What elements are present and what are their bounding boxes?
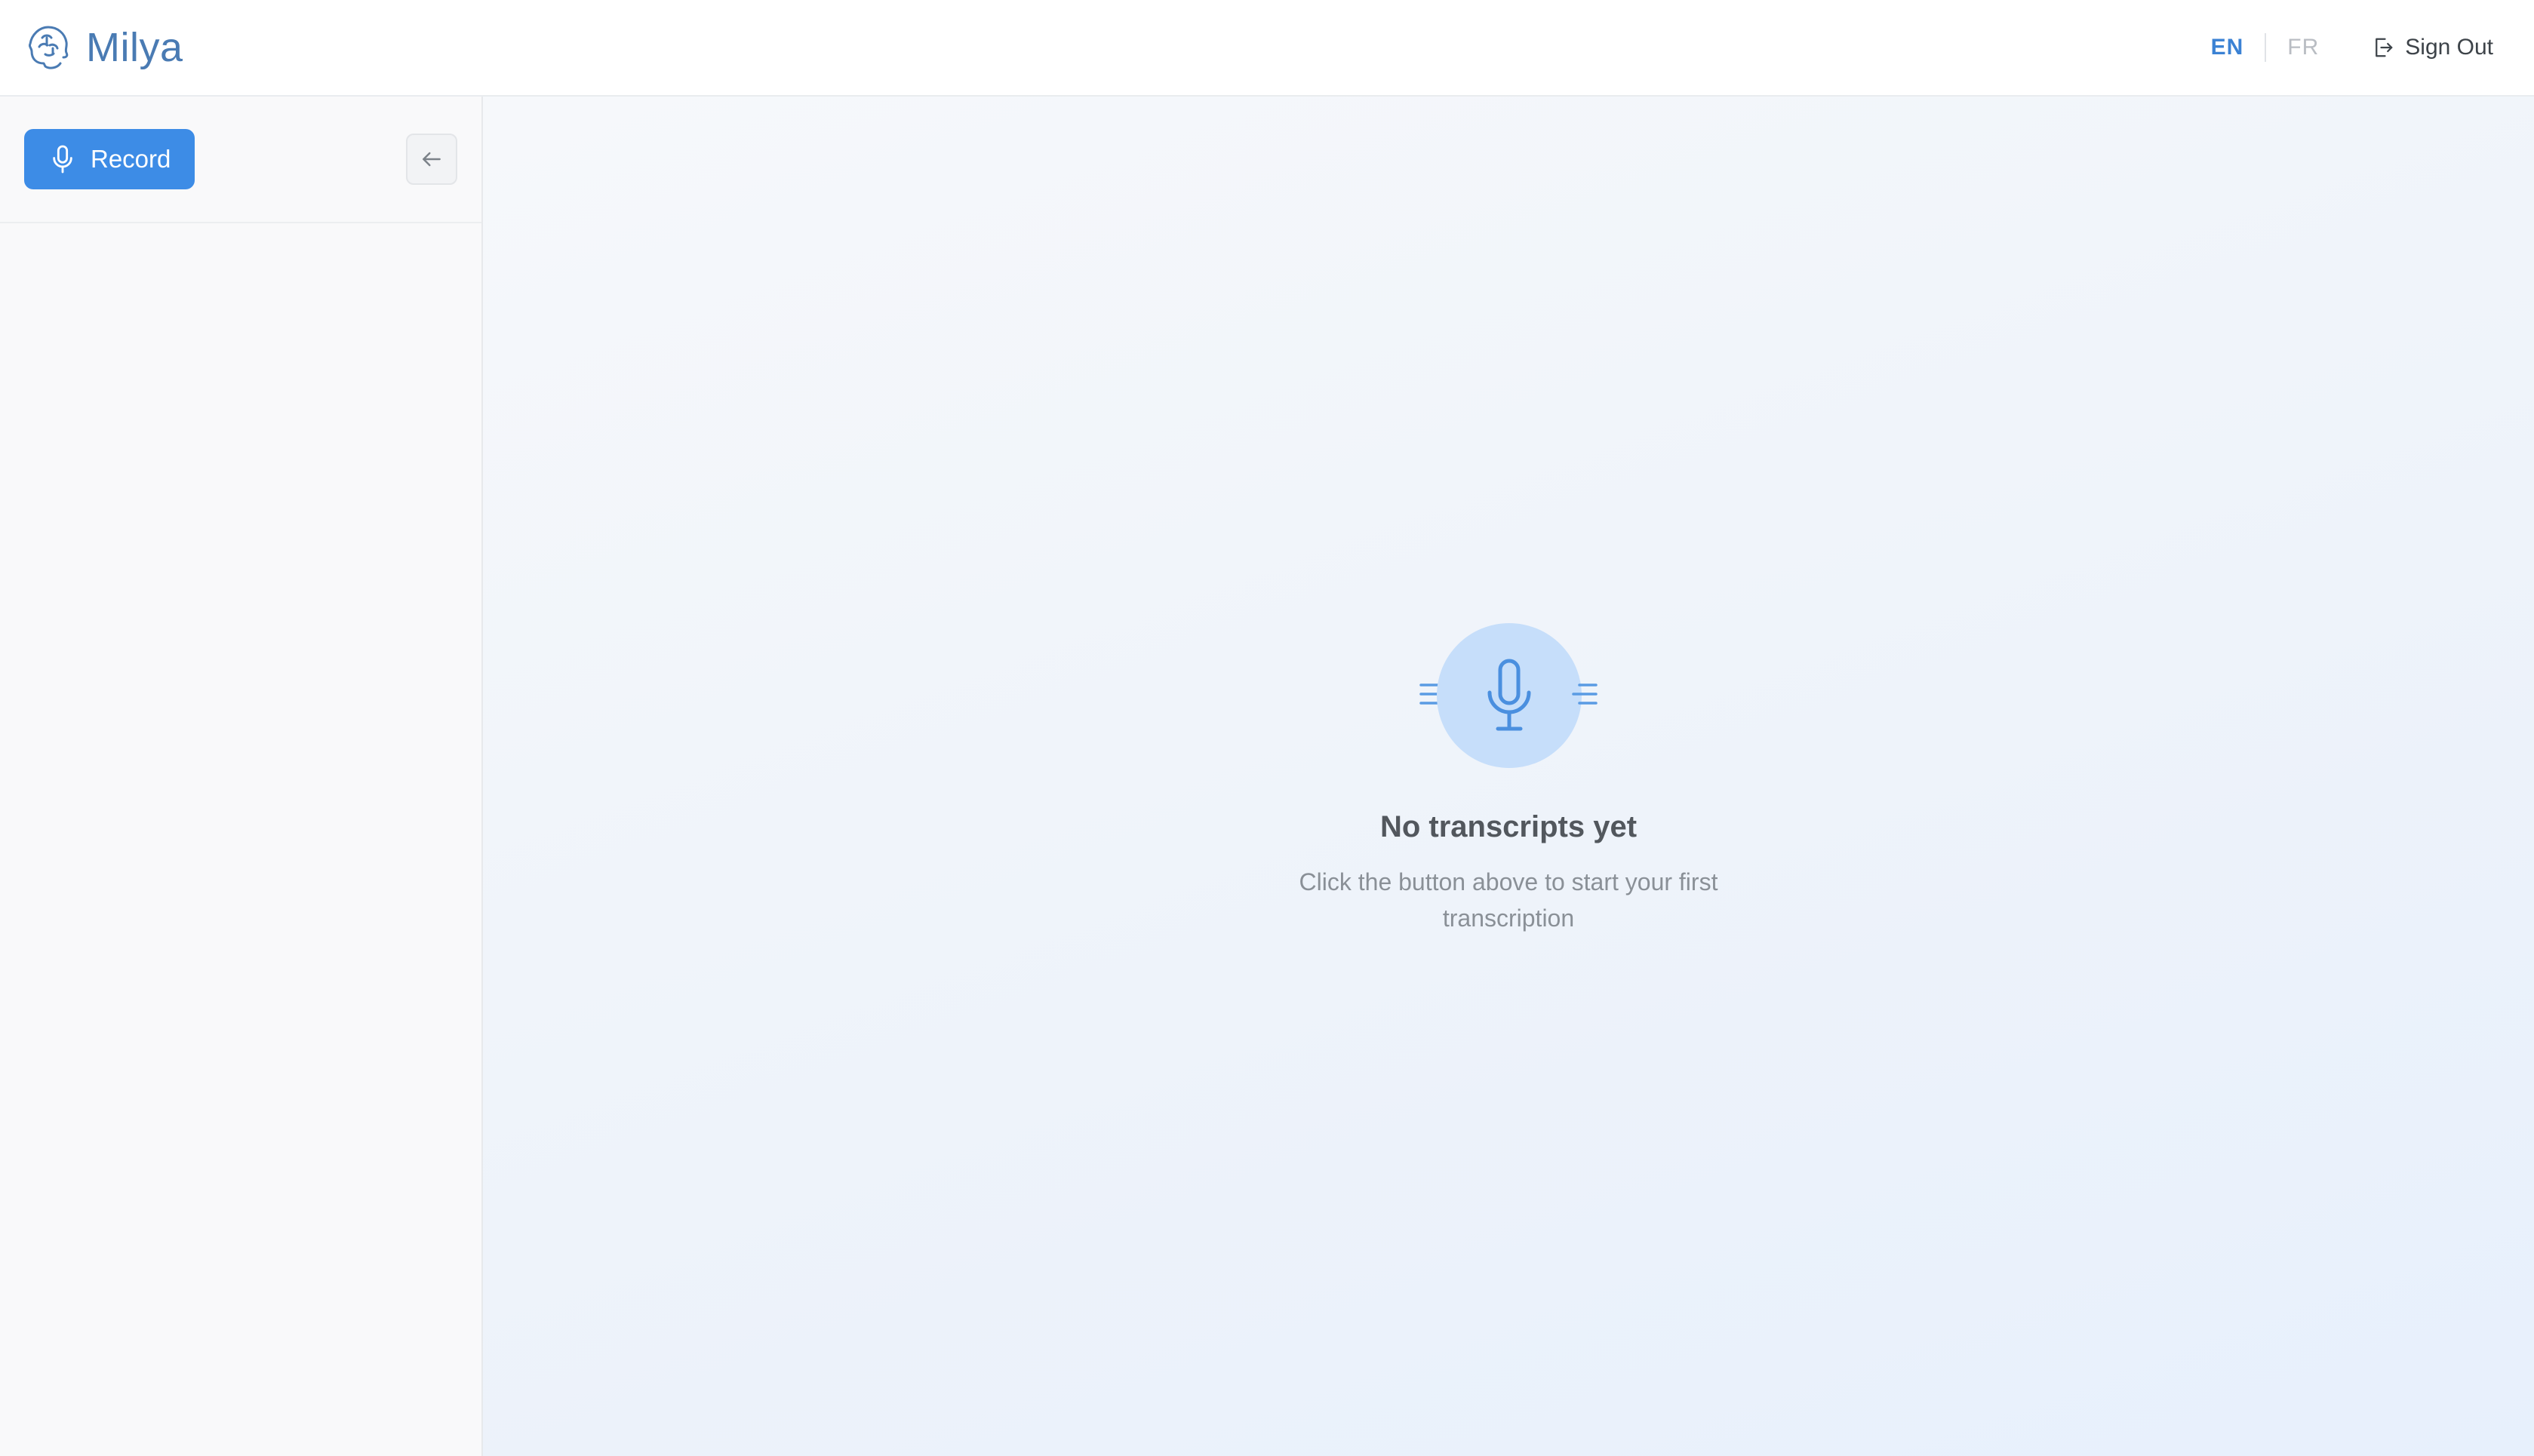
arrow-left-icon [423, 152, 441, 167]
microphone-icon [53, 145, 72, 174]
app-name: Milya [86, 25, 183, 70]
collapse-sidebar-button[interactable] [406, 134, 457, 185]
main-content: No transcripts yet Click the button abov… [483, 97, 2534, 1456]
brain-head-icon [28, 26, 69, 69]
empty-state: No transcripts yet Click the button abov… [483, 97, 2534, 1456]
language-fr[interactable]: FR [2287, 35, 2319, 60]
sign-out-label: Sign Out [2405, 35, 2493, 60]
empty-state-icon-circle [1437, 623, 1582, 768]
header-actions: EN FR Sign Out [2211, 33, 2493, 62]
top-bar: Milya EN FR Sign Out [0, 0, 2534, 97]
microphone-icon [1487, 659, 1531, 731]
sidebar: Record [0, 97, 483, 1456]
sound-wave-right-icon [1572, 683, 1598, 705]
empty-state-graphic [1418, 623, 1599, 771]
sign-out-icon [2376, 38, 2393, 57]
empty-state-title: No transcripts yet [1379, 810, 1638, 843]
brand[interactable]: Milya [27, 24, 183, 71]
sidebar-toolbar: Record [0, 97, 481, 223]
record-button[interactable]: Record [24, 129, 195, 189]
record-button-label: Record [91, 145, 171, 173]
empty-state-subtitle: Click the button above to start your fir… [1299, 868, 1718, 932]
sign-out-button[interactable]: Sign Out [2372, 35, 2493, 60]
language-divider [2265, 33, 2267, 62]
language-en[interactable]: EN [2211, 35, 2244, 60]
